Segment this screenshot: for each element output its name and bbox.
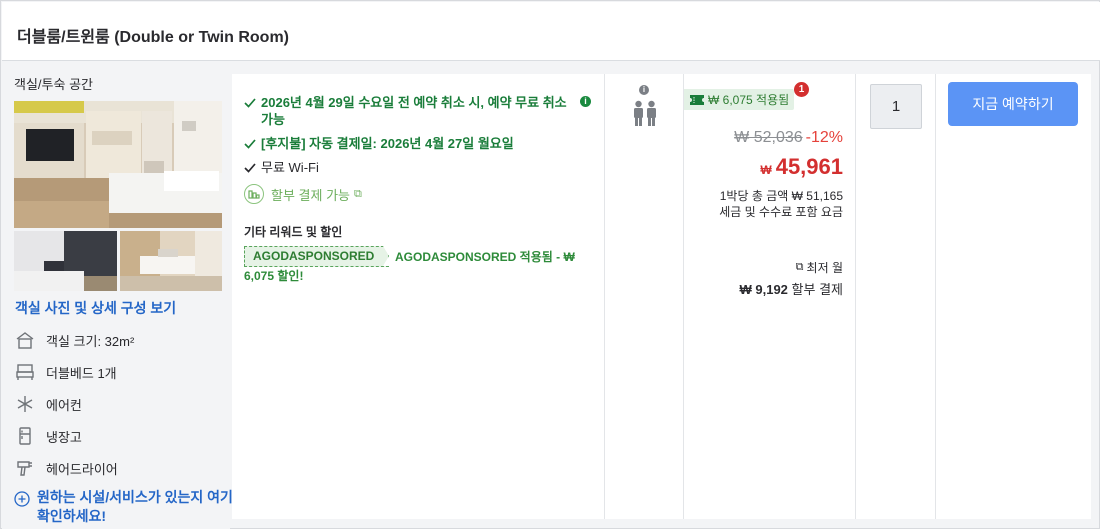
external-link-icon: ⧉ [795, 261, 804, 273]
snowflake-icon [14, 393, 36, 415]
check-icon [244, 139, 256, 149]
per-night-total: 1박당 총 금액 ₩ 51,165 [719, 189, 843, 203]
coupon-label: ₩ 6,075 적용됨 [708, 93, 790, 107]
original-price-row: ₩ 52,036 -12% [734, 129, 843, 147]
benefits-column: 2026년 4월 29일 수요일 전 예약 취소 시, 예약 무료 취소 가능 … [232, 74, 605, 519]
facility-link-label[interactable]: 원하는 시설/서비스가 있는지 여기서 확인하세요! [37, 488, 247, 526]
info-icon[interactable]: i [580, 96, 591, 107]
original-price: ₩ 52,036 [734, 129, 803, 146]
installment-label: 할부 결제 가능 [271, 187, 350, 203]
min-monthly-text: 최저 월 [806, 261, 843, 275]
room-photo-thumb-1[interactable] [14, 231, 117, 291]
occupancy-column: i [605, 74, 684, 519]
book-column: 지금 예약하기 [936, 74, 1091, 519]
amenity-label: 에어컨 [46, 397, 82, 413]
check-icon [244, 163, 256, 173]
book-now-button[interactable]: 지금 예약하기 [948, 82, 1078, 126]
quantity-column: 1 [856, 74, 936, 519]
price-column: ₩ 6,075 적용됨 1 ₩ 52,036 -12% ₩45,961 1박당 총… [684, 74, 856, 519]
room-photos-link[interactable]: 객실 사진 및 상세 구성 보기 [15, 298, 176, 318]
ticket-icon [690, 94, 704, 105]
room-card: 더블룸/트윈룸 (Double or Twin Room) 객실/투숙 공간 객… [0, 0, 1100, 529]
currency-symbol: ₩ [760, 163, 772, 177]
other-rewards-title: 기타 리워드 및 할인 [244, 225, 343, 239]
room-photo-main[interactable] [14, 101, 222, 228]
room-header: 더블룸/트윈룸 (Double or Twin Room) [2, 2, 1100, 61]
room-title: 더블룸/트윈룸 (Double or Twin Room) [17, 29, 289, 46]
room-size-icon [14, 329, 36, 351]
room-info-panel: 객실/투숙 공간 객실 사진 및 상세 구성 보기 객실 크기: 32m² 더블… [2, 62, 246, 529]
amenity-label: 냉장고 [46, 429, 82, 445]
fridge-icon [14, 425, 36, 447]
photo-section-label: 객실/투숙 공간 [14, 77, 93, 92]
hairdryer-icon [14, 457, 36, 479]
final-price: 45,961 [775, 154, 843, 179]
benefit-pay-later: [후지불] 자동 결제일: 2026년 4월 27일 월요일 [244, 135, 514, 152]
benefit-text: 2026년 4월 29일 수요일 전 예약 취소 시, 예약 무료 취소 가능 [261, 95, 567, 127]
final-price-row: ₩45,961 [760, 154, 843, 180]
benefit-text: [후지불] 자동 결제일: 2026년 4월 27일 월요일 [261, 136, 514, 151]
discount-percent: -12% [805, 129, 843, 146]
amenity-room-size: 객실 크기: 32m² [14, 329, 134, 351]
amenity-ac: 에어컨 [14, 393, 82, 415]
check-icon [244, 98, 256, 108]
external-link-icon: ⧉ [353, 187, 362, 200]
amenity-hairdryer: 헤어드라이어 [14, 457, 118, 479]
installment-icon [244, 184, 264, 204]
promo-applied-text: AGODASPONSORED 적용됨 - ₩ 6,075 할인! [244, 250, 575, 283]
amenity-label: 객실 크기: 32m² [46, 333, 135, 349]
monthly-installment: ₩ 9,192 할부 결제 [740, 279, 844, 298]
amenity-fridge: 냉장고 [14, 425, 82, 447]
tax-note: 세금 및 수수료 포함 요금 [719, 205, 843, 219]
plus-circle-icon [14, 491, 32, 509]
benefit-wifi: 무료 Wi-Fi [244, 159, 319, 176]
room-quantity-select[interactable]: 1 [870, 84, 922, 129]
coupon-count-badge: 1 [794, 82, 809, 97]
amenity-label: 헤어드라이어 [46, 461, 118, 477]
min-monthly-label[interactable]: ⧉ 최저 월 [796, 259, 843, 276]
room-photo-thumb-2[interactable] [120, 231, 222, 291]
installment-available[interactable]: 할부 결제 가능 ⧉ [244, 184, 362, 204]
monthly-suffix: 할부 결제 [791, 282, 843, 297]
coupon-applied-badge[interactable]: ₩ 6,075 적용됨 [684, 89, 795, 110]
monthly-amount: ₩ 9,192 [739, 282, 788, 297]
amenity-label: 더블베드 1개 [46, 365, 117, 381]
benefit-text: 무료 Wi-Fi [261, 160, 319, 175]
benefit-free-cancel: 2026년 4월 29일 수요일 전 예약 취소 시, 예약 무료 취소 가능 [244, 94, 574, 128]
amenity-bed: 더블베드 1개 [14, 361, 117, 383]
info-icon[interactable]: i [639, 85, 649, 95]
two-guests-icon [632, 100, 658, 131]
bed-icon [14, 361, 36, 383]
facility-search-link[interactable]: 원하는 시설/서비스가 있는지 여기서 확인하세요! [14, 488, 247, 526]
